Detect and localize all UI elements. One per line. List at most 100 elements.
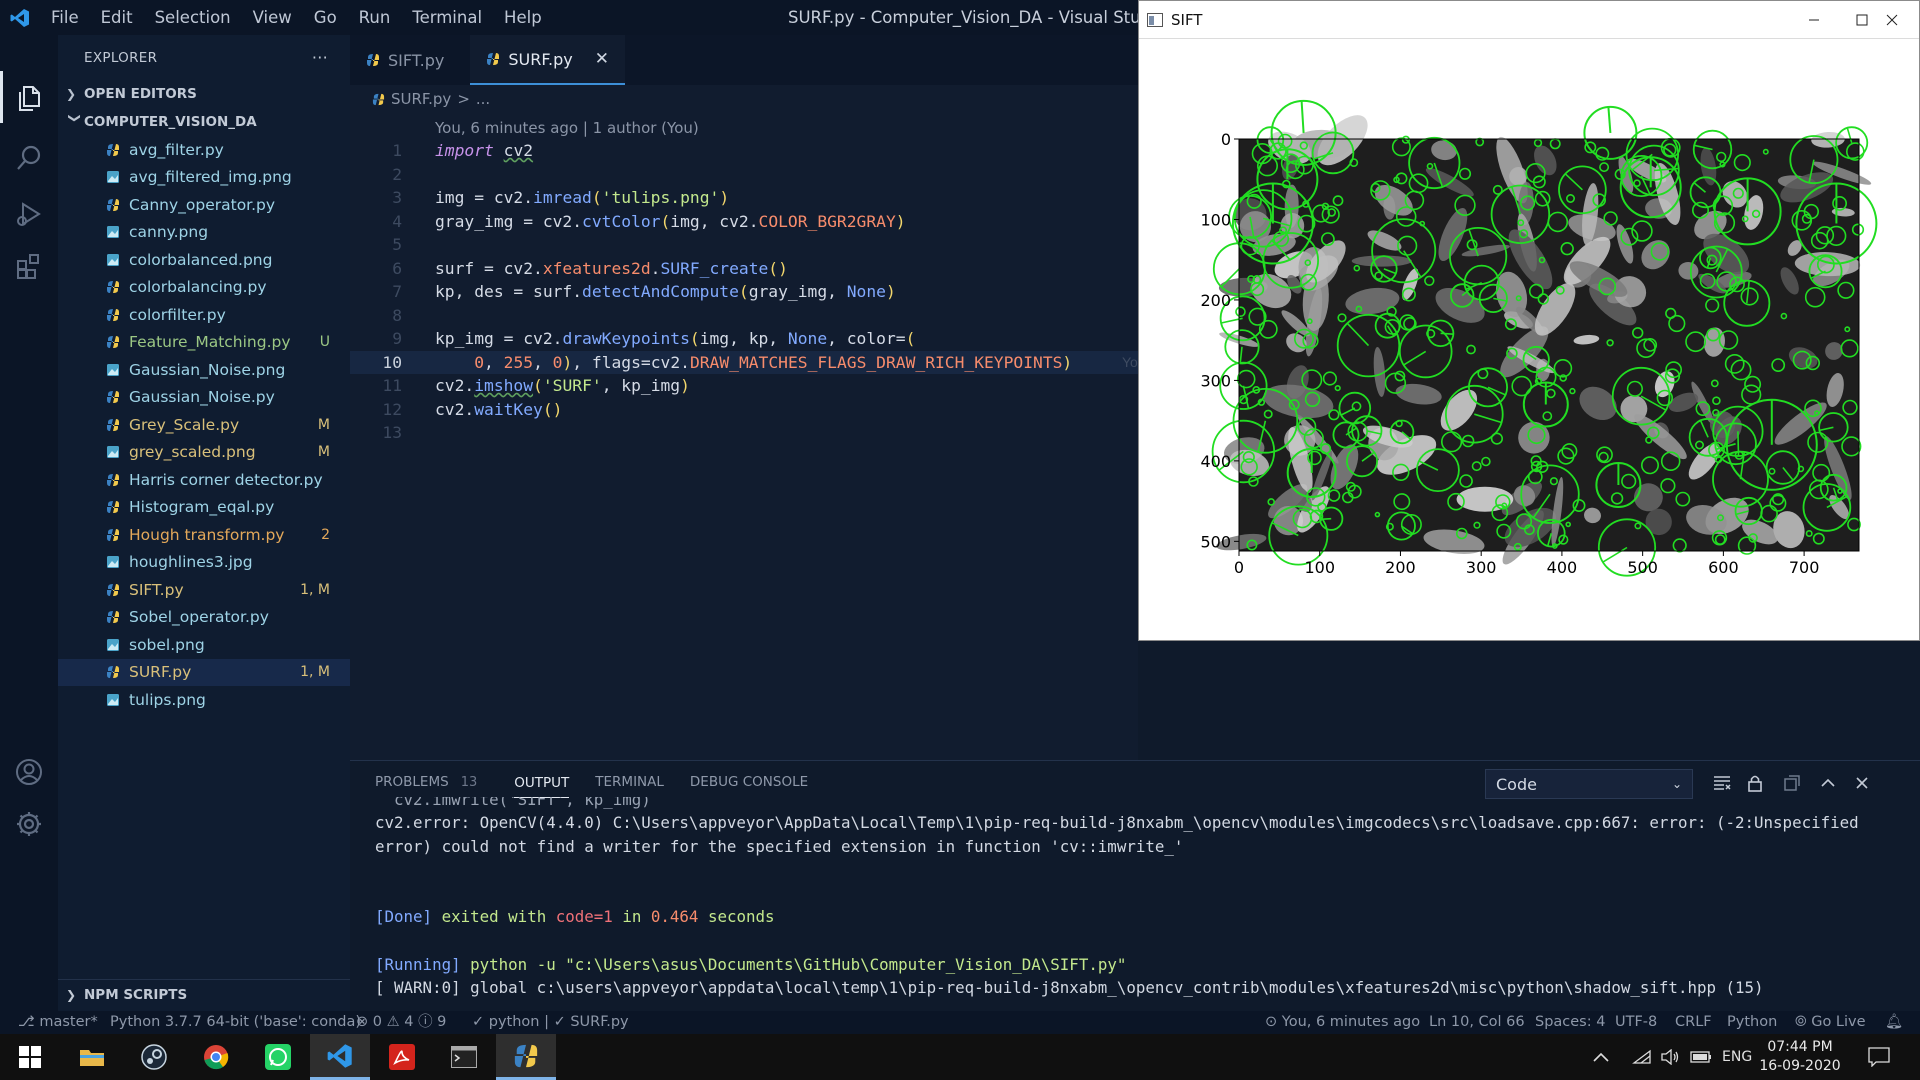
close-tab-icon[interactable]: ✕ xyxy=(595,49,609,69)
tab-surf-py[interactable]: SURF.py ✕ xyxy=(470,35,625,85)
run-debug-icon[interactable] xyxy=(10,195,48,233)
file-item[interactable]: houghlines3.jpg xyxy=(58,549,350,577)
line-ending[interactable]: CRLF xyxy=(1675,1011,1712,1034)
notifications-bell-icon[interactable]: 🔔︎ xyxy=(1885,1011,1903,1034)
start-button[interactable] xyxy=(0,1034,60,1080)
indentation[interactable]: Spaces: 4 xyxy=(1535,1011,1605,1034)
file-item[interactable]: tulips.png xyxy=(58,686,350,714)
file-item[interactable]: Hough transform.py 2 xyxy=(58,521,350,549)
file-item[interactable]: grey_scaled.png M xyxy=(58,439,350,467)
input-language[interactable]: ENG xyxy=(1722,1034,1752,1080)
file-item[interactable]: colorbalancing.py xyxy=(58,274,350,302)
tab-label: OUTPUT xyxy=(514,767,570,798)
taskbar-python[interactable] xyxy=(496,1034,556,1080)
problems-summary[interactable]: ⊗ 0 ⚠ 4 ⓘ 9 xyxy=(356,1011,446,1034)
lock-scroll-icon[interactable] xyxy=(1745,773,1765,793)
settings-gear-icon[interactable] xyxy=(10,805,48,843)
search-icon[interactable] xyxy=(10,139,48,177)
taskbar-vscode[interactable] xyxy=(310,1034,370,1080)
line-number: 4 xyxy=(392,211,402,231)
line-number: 5 xyxy=(392,235,402,254)
breadcrumb-more[interactable]: ... xyxy=(476,90,490,108)
python-file-icon xyxy=(107,391,119,404)
tab-label: SURF.py xyxy=(508,49,573,69)
python-file-icon xyxy=(107,281,119,294)
code-editor[interactable]: 1 import cv2 2 3 img = cv2.imread('tulips.… xyxy=(350,139,1138,445)
chevron-right-icon: ❯ xyxy=(66,987,77,1002)
accounts-icon[interactable] xyxy=(10,753,48,791)
project-folder-section[interactable]: ❯ COMPUTER_VISION_DA xyxy=(58,108,350,136)
language-mode[interactable]: Python xyxy=(1727,1011,1777,1034)
battery-icon[interactable] xyxy=(1690,1034,1712,1080)
file-item[interactable]: Harris corner detector.py xyxy=(58,466,350,494)
code-line: 8 xyxy=(350,304,1138,328)
menu-view[interactable]: View xyxy=(242,0,303,35)
cursor-position[interactable]: Ln 10, Col 66 xyxy=(1429,1011,1525,1034)
encoding[interactable]: UTF-8 xyxy=(1615,1011,1657,1034)
git-commit-icon: ⊙ xyxy=(1265,1014,1278,1030)
windows-logo-icon xyxy=(19,1046,41,1068)
git-codelens[interactable]: You, 6 minutes ago | 1 author (You) xyxy=(435,119,699,137)
taskbar-terminal[interactable] xyxy=(434,1034,494,1080)
network-icon[interactable] xyxy=(1632,1034,1652,1080)
open-editors-section[interactable]: ❯ OPEN EDITORS xyxy=(58,80,350,108)
breadcrumb-file[interactable]: SURF.py xyxy=(391,90,451,108)
file-item[interactable]: Canny_operator.py xyxy=(58,191,350,219)
notifications-icon[interactable] xyxy=(1868,1034,1890,1080)
file-item[interactable]: colorfilter.py xyxy=(58,301,350,329)
npm-scripts-section[interactable]: ❯ NPM SCRIPTS xyxy=(58,979,350,1009)
taskbar-file-explorer[interactable] xyxy=(62,1034,122,1080)
explorer-files-icon[interactable] xyxy=(10,79,48,117)
open-editors-label: OPEN EDITORS xyxy=(84,86,197,102)
python-file-icon xyxy=(107,198,119,211)
taskbar-whatsapp[interactable] xyxy=(248,1034,308,1080)
menu-edit[interactable]: Edit xyxy=(90,0,144,35)
python-interpreter[interactable]: Python 3.7.7 64-bit ('base': conda) xyxy=(110,1011,361,1034)
menu-selection[interactable]: Selection xyxy=(144,0,242,35)
file-item[interactable]: SIFT.py 1, M xyxy=(58,576,350,604)
tab-sift-py[interactable]: SIFT.py xyxy=(350,35,460,85)
close-panel-icon[interactable] xyxy=(1852,773,1872,793)
git-branch[interactable]: ⎇ master* xyxy=(18,1011,98,1034)
show-hidden-icons[interactable] xyxy=(1593,1034,1609,1080)
git-blame-status[interactable]: ⊙ You, 6 minutes ago xyxy=(1265,1011,1420,1034)
volume-icon[interactable] xyxy=(1660,1034,1680,1080)
more-actions-icon[interactable]: ··· xyxy=(312,48,328,67)
taskbar-steam[interactable] xyxy=(124,1034,184,1080)
minimize-icon xyxy=(1809,19,1819,21)
file-item[interactable]: avg_filter.py xyxy=(58,136,350,164)
maximize-panel-icon[interactable] xyxy=(1818,773,1838,793)
code-text: kp, des = surf.detectAndCompute(gray_img… xyxy=(435,282,896,301)
run-command: python -u xyxy=(470,954,556,974)
menu-go[interactable]: Go xyxy=(303,0,348,35)
menu-terminal[interactable]: Terminal xyxy=(401,0,493,35)
close-window-button[interactable] xyxy=(1863,1,1920,39)
output-channel-select[interactable]: Code ⌄ xyxy=(1485,769,1693,799)
file-item[interactable]: Histogram_eqal.py xyxy=(58,494,350,522)
exit-text: exited with xyxy=(441,907,547,927)
y-tick-label: 100 xyxy=(1200,210,1231,229)
file-item[interactable]: colorbalanced.png xyxy=(58,246,350,274)
file-item[interactable]: Gaussian_Noise.py xyxy=(58,384,350,412)
clock[interactable]: 07:44 PM 16-09-2020 xyxy=(1755,1038,1845,1076)
file-item[interactable]: Grey_Scale.py M xyxy=(58,411,350,439)
taskbar-chrome[interactable] xyxy=(186,1034,246,1080)
code-text: surf = cv2.xfeatures2d.SURF_create() xyxy=(435,258,788,278)
menu-run[interactable]: Run xyxy=(348,0,402,35)
extensions-icon[interactable] xyxy=(10,247,48,285)
open-in-editor-icon[interactable] xyxy=(1782,773,1802,793)
go-live[interactable]: ⦾ Go Live xyxy=(1795,1011,1866,1034)
file-item[interactable]: SURF.py 1, M xyxy=(58,658,350,686)
file-item[interactable]: canny.png xyxy=(58,219,350,247)
menu-file[interactable]: File xyxy=(40,0,90,35)
clear-output-icon[interactable] xyxy=(1712,773,1732,793)
file-item[interactable]: sobel.png xyxy=(58,631,350,659)
file-item[interactable]: avg_filtered_img.png xyxy=(58,164,350,192)
file-item[interactable]: Feature_Matching.py U xyxy=(58,329,350,357)
file-name: Feature_Matching.py xyxy=(129,333,291,352)
file-item[interactable]: Sobel_operator.py xyxy=(58,604,350,632)
taskbar-acrobat[interactable] xyxy=(372,1034,432,1080)
menu-help[interactable]: Help xyxy=(493,0,553,35)
lint-status[interactable]: ✓ python | ✓ SURF.py xyxy=(472,1011,629,1034)
file-item[interactable]: Gaussian_Noise.png xyxy=(58,356,350,384)
